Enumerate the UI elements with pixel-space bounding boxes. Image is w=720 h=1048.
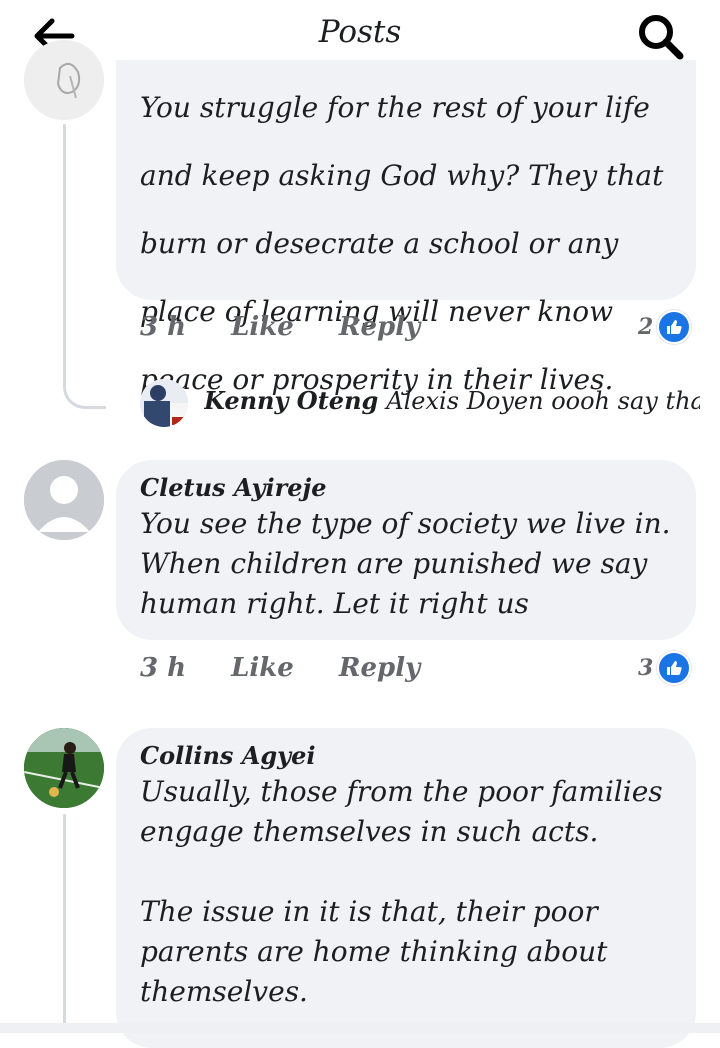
reply-preview[interactable]: Kenny Oteng Alexis Doyen oooh say tha... [204,386,700,415]
like-button[interactable]: Like [231,653,294,683]
profile-photo-icon [140,379,188,427]
reply-button[interactable]: Reply [339,312,420,342]
search-button[interactable] [628,8,690,64]
search-icon [639,15,684,60]
avatar[interactable] [140,379,188,427]
reaction-count: 3 [638,655,654,681]
default-profile-icon [24,460,104,540]
reaction-summary[interactable]: 2 [638,310,692,344]
bottom-divider [0,1023,720,1033]
reply-button[interactable]: Reply [339,653,420,683]
comment-author[interactable]: Collins Agyei [140,728,672,772]
comment-text-line: When children are punished we say [140,547,648,580]
comment-text-line: Usually, those from the poor families [140,775,663,808]
thread-line [63,814,66,1024]
comment-text-line: The issue in it is that, their poor [140,895,598,928]
comment-time: 3 h [140,653,187,683]
thumbs-up-icon [657,651,692,685]
comment-bubble: Cletus Ayireje You see the type of socie… [116,460,696,640]
like-button[interactable]: Like [231,312,294,342]
comment-text-line: parents are home thinking about [140,935,608,968]
avatar[interactable] [24,460,104,540]
thread-connector [63,360,106,409]
profile-photo-icon [24,728,104,808]
reply-author[interactable]: Kenny Oteng [204,386,378,415]
reply-snippet: Alexis Doyen oooh say tha... [386,387,700,415]
reaction-summary[interactable]: 3 [638,651,692,685]
comment-text-line [140,852,672,892]
page-title: Posts [318,14,402,50]
comment-text-line: and keep asking God why? They that [140,159,664,192]
comment-bubble: You struggle for the rest of your life a… [116,60,696,396]
comment-text-line: burn or desecrate a school or any [140,227,619,260]
avatar[interactable] [24,728,104,808]
comment-text-line: You see the type of society we live in. [140,507,671,540]
profile-photo-icon [24,40,104,120]
comment-bubble: Collins Agyei Usually, those from the po… [116,728,696,1048]
comment-text-line: human right. Let it right us [140,587,529,620]
comment-actions: 3 h Like Reply [140,653,456,683]
comment-text-line: themselves. [140,975,308,1008]
avatar[interactable] [24,40,104,120]
comment-text-line: engage themselves in such acts. [140,815,599,848]
thumbs-up-icon [657,310,692,344]
thread-line [63,124,66,374]
comment-author[interactable]: Cletus Ayireje [140,460,672,504]
comment-text-line: You struggle for the rest of your life [140,91,650,124]
comment-time: 3 h [140,312,187,342]
comment-actions: 3 h Like Reply [140,312,456,342]
reaction-count: 2 [638,314,654,340]
